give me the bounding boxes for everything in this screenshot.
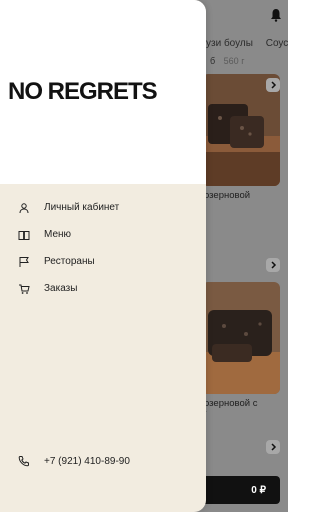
category-tabs: узи боулы Соусы — [206, 38, 288, 56]
product-subtitle: г — [202, 409, 280, 421]
menu-item-label: Заказы — [44, 283, 78, 294]
weight: 560 г — [223, 56, 245, 66]
bell-icon[interactable] — [270, 8, 282, 22]
price-line: б 560 г — [202, 56, 280, 66]
menu-item-account[interactable]: Личный кабинет — [0, 194, 206, 221]
price: б — [210, 56, 216, 66]
app-root: узи боулы Соусы б 560 г озе — [0, 0, 288, 512]
menu-item-label: Личный кабинет — [44, 202, 120, 213]
tab-category[interactable]: Соусы — [266, 38, 288, 49]
product-subtitle — [202, 201, 280, 213]
cart-total: 0 ₽ — [251, 484, 266, 496]
brand-logo: NO REGRETS — [8, 78, 158, 105]
product-card[interactable]: озерновой с г — [202, 282, 280, 421]
phone-number: +7 (921) 410-89-90 — [44, 455, 130, 467]
menu-item-restaurants[interactable]: Рестораны — [0, 248, 206, 275]
product-title: озерновой с — [204, 398, 258, 409]
product-image — [202, 282, 280, 394]
user-icon — [18, 202, 30, 214]
menu-item-orders[interactable]: Заказы — [0, 275, 206, 302]
drawer-menu: Личный кабинет Меню Рестораны Заказы — [0, 194, 206, 302]
book-icon — [18, 229, 30, 241]
phone-icon — [18, 455, 30, 467]
chevron-right-button[interactable] — [266, 440, 280, 454]
navigation-drawer: NO REGRETS Личный кабинет Меню Рестораны… — [0, 0, 206, 512]
drawer-header: NO REGRETS — [0, 0, 206, 184]
menu-item-label: Рестораны — [44, 256, 95, 267]
cart-bar[interactable]: 0 ₽ — [202, 476, 280, 504]
chevron-right-button[interactable] — [266, 258, 280, 272]
menu-item-menu[interactable]: Меню — [0, 221, 206, 248]
phone-link[interactable]: +7 (921) 410-89-90 — [18, 455, 130, 467]
menu-item-label: Меню — [44, 229, 72, 240]
flag-icon — [18, 256, 30, 268]
chevron-right-button[interactable] — [266, 78, 280, 92]
cart-icon — [18, 283, 30, 295]
tab-category[interactable]: узи боулы — [206, 38, 253, 49]
product-title: озерновой — [204, 190, 251, 201]
